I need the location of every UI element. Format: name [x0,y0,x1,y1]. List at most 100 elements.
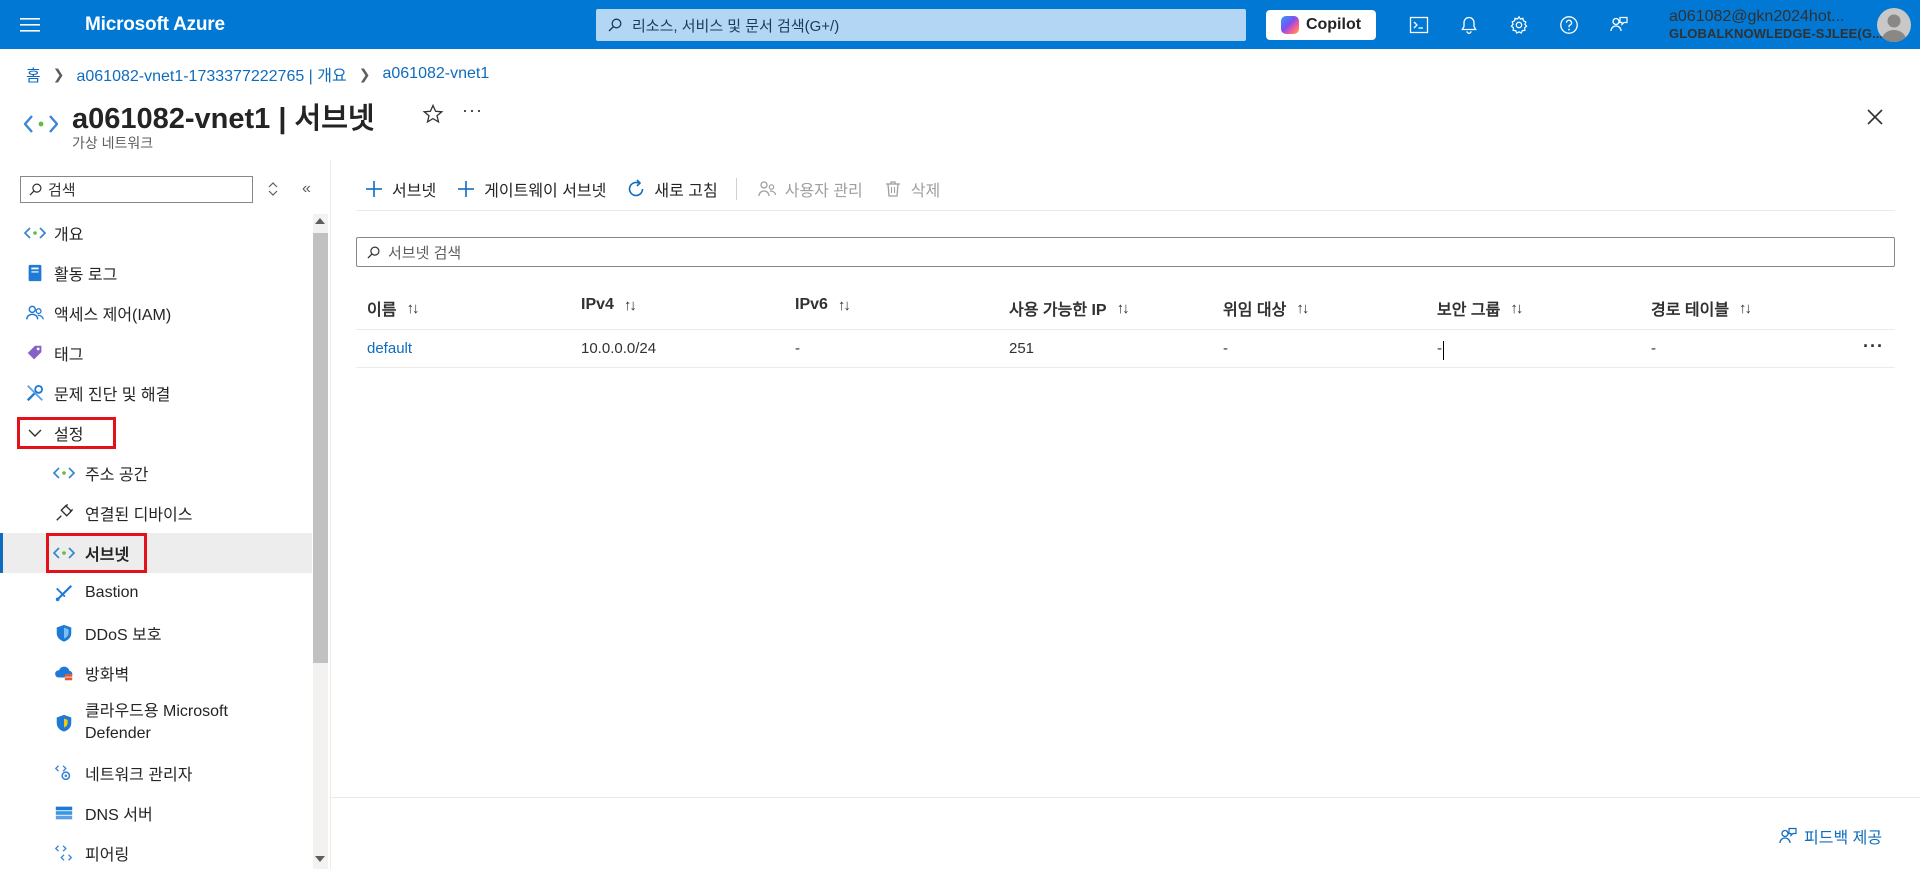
sidebar-item-label: 방화벽 [85,667,130,684]
sidebar-item-activity-log[interactable]: 활동 로그 [0,253,312,293]
sort-icon: ↑↓ [623,296,637,314]
sidebar-item-label: 피어링 [85,847,130,864]
vnet-icon [53,462,75,484]
text-cursor [1443,341,1444,360]
column-header-delegation[interactable]: 위임 대상 ↑↓ [1223,296,1309,320]
notifications-button[interactable] [1456,12,1482,38]
sidebar-item-label: 개요 [54,227,84,244]
subnet-search-input[interactable]: 서브넷 검색 [356,237,1895,267]
copilot-label: Copilot [1305,16,1362,33]
global-search-input[interactable]: 리소스, 서비스 및 문서 검색(G+/) [596,9,1246,41]
page-title: a061082-vnet1 | 서브넷 [72,103,375,135]
search-icon [367,246,380,259]
breadcrumb-home[interactable]: 홈 [26,62,41,86]
account-menu[interactable]: a061082@gkn2024hot... GLOBALKNOWLEDGE-SJ… [1669,7,1883,42]
column-header-route-table[interactable]: 경로 테이블 ↑↓ [1651,296,1752,320]
subnet-name-link[interactable]: default [367,340,412,357]
sidebar-item-label: 주소 공간 [85,467,149,484]
portal-menu-button[interactable] [0,0,60,49]
column-header-name[interactable]: 이름 ↑↓ [367,296,419,320]
collapse-sidebar-button[interactable]: « [302,180,311,198]
vnet-icon [24,222,46,244]
sort-icon: ↑↓ [1296,299,1309,317]
column-header-ipv6[interactable]: IPv6 ↑↓ [795,296,851,314]
gear-icon [1510,15,1528,34]
add-gateway-subnet-button[interactable]: 게이트웨이 서브넷 [456,177,606,201]
column-header-available-ips[interactable]: 사용 가능한 IP ↑↓ [1009,296,1130,320]
column-header-security-group[interactable]: 보안 그룹 ↑↓ [1437,296,1523,320]
give-feedback-button[interactable]: 피드백 제공 [1778,824,1882,848]
feedback-icon [1610,16,1628,32]
cell-ipv6: - [795,340,800,357]
shield-icon [53,622,75,644]
cell-available-ips: 251 [1009,340,1035,357]
favorite-star-icon[interactable] [422,103,444,125]
subnets-highlight-box [46,533,147,573]
title-more-button[interactable]: ··· [462,100,483,121]
expand-collapse-all-icon[interactable] [267,180,279,198]
refresh-label: 새로 고침 [654,183,718,200]
account-email: a061082@gkn2024hot... [1669,8,1845,25]
delete-button[interactable]: 삭제 [883,177,940,201]
close-icon[interactable] [1864,106,1886,128]
sidebar-item-label: 액세스 제어(IAM) [54,307,172,324]
sidebar-scrollbar-thumb[interactable] [313,233,328,663]
network-manager-icon [53,762,75,784]
settings-button[interactable] [1506,12,1532,38]
add-subnet-button[interactable]: 서브넷 [364,177,436,201]
sidebar-item-iam[interactable]: 액세스 제어(IAM) [0,293,312,333]
cloud-shell-button[interactable] [1406,12,1432,38]
cell-security-group: - [1437,340,1442,357]
sidebar-item-defender[interactable]: 클라우드용 Microsoft Defender [0,693,312,753]
row-more-button[interactable]: ··· [1863,336,1884,357]
sidebar-item-bastion[interactable]: Bastion [0,573,312,613]
sidebar-item-label: 문제 진단 및 해결 [54,387,171,404]
breadcrumb-resource-group[interactable]: a061082-vnet1-1733377222765 | 개요 [76,62,346,86]
breadcrumb-vnet[interactable]: a061082-vnet1 [382,65,489,83]
scroll-up-icon[interactable] [315,218,325,224]
subnet-table: 이름 ↑↓ IPv4 ↑↓ IPv6 ↑↓ 사용 가능한 IP ↑↓ 위임 대상 ↑↓ 보… [356,290,1895,368]
sidebar-item-firewall[interactable]: 방화벽 [0,653,312,693]
sidebar-item-diagnose[interactable]: 문제 진단 및 해결 [0,373,312,413]
command-bar: 서브넷 게이트웨이 서브넷 새로 고침 사용자 관리 삭제 [364,176,960,202]
copilot-icon [1280,16,1299,34]
portal-brand[interactable]: Microsoft Azure [85,14,225,36]
hamburger-icon [20,17,40,32]
table-row[interactable]: default 10.0.0.0/24 - 251 - - - ··· [356,330,1895,368]
column-header-label: IPv6 [795,296,828,313]
delete-label: 삭제 [910,183,941,200]
table-header: 이름 ↑↓ IPv4 ↑↓ IPv6 ↑↓ 사용 가능한 IP ↑↓ 위임 대상 ↑↓ 보… [356,290,1895,330]
refresh-button[interactable]: 새로 고침 [626,177,718,201]
scroll-down-icon[interactable] [315,856,325,862]
sidebar-item-overview[interactable]: 개요 [0,213,312,253]
breadcrumb: 홈 ❯ a061082-vnet1-1733377222765 | 개요 ❯ a… [26,62,489,86]
sidebar-item-peerings[interactable]: 피어링 [0,833,312,873]
manage-users-button[interactable]: 사용자 관리 [757,177,863,201]
sidebar-item-connected-devices[interactable]: 연결된 디바이스 [0,493,312,533]
give-feedback-label: 피드백 제공 [1804,830,1883,847]
sidebar-item-tags[interactable]: 태그 [0,333,312,373]
column-header-ipv4[interactable]: IPv4 ↑↓ [581,296,637,314]
feedback-top-button[interactable] [1606,12,1632,38]
account-tenant: GLOBALKNOWLEDGE-SJLEE(G... [1669,26,1884,42]
search-icon [608,18,622,32]
sort-icon: ↑↓ [406,299,419,317]
sidebar-item-address-space[interactable]: 주소 공간 [0,453,312,493]
sidebar-search-input[interactable]: 검색 [20,176,253,203]
global-search-placeholder: 리소스, 서비스 및 문서 검색(G+/) [632,17,840,35]
vnet-icon [24,115,58,133]
dns-icon [53,802,75,824]
copilot-button[interactable]: Copilot [1266,10,1376,40]
sidebar-item-dns-servers[interactable]: DNS 서버 [0,793,312,833]
peering-icon [53,842,75,864]
manage-users-icon [758,181,776,197]
avatar[interactable] [1877,8,1911,42]
activity-log-icon [24,262,46,284]
settings-highlight-box [17,417,116,449]
sidebar-divider [330,160,331,869]
sidebar-item-ddos[interactable]: DDoS 보호 [0,613,312,653]
bell-icon [1461,16,1477,34]
plug-icon [53,502,75,524]
help-button[interactable] [1556,12,1582,38]
sidebar-item-network-manager[interactable]: 네트워크 관리자 [0,753,312,793]
